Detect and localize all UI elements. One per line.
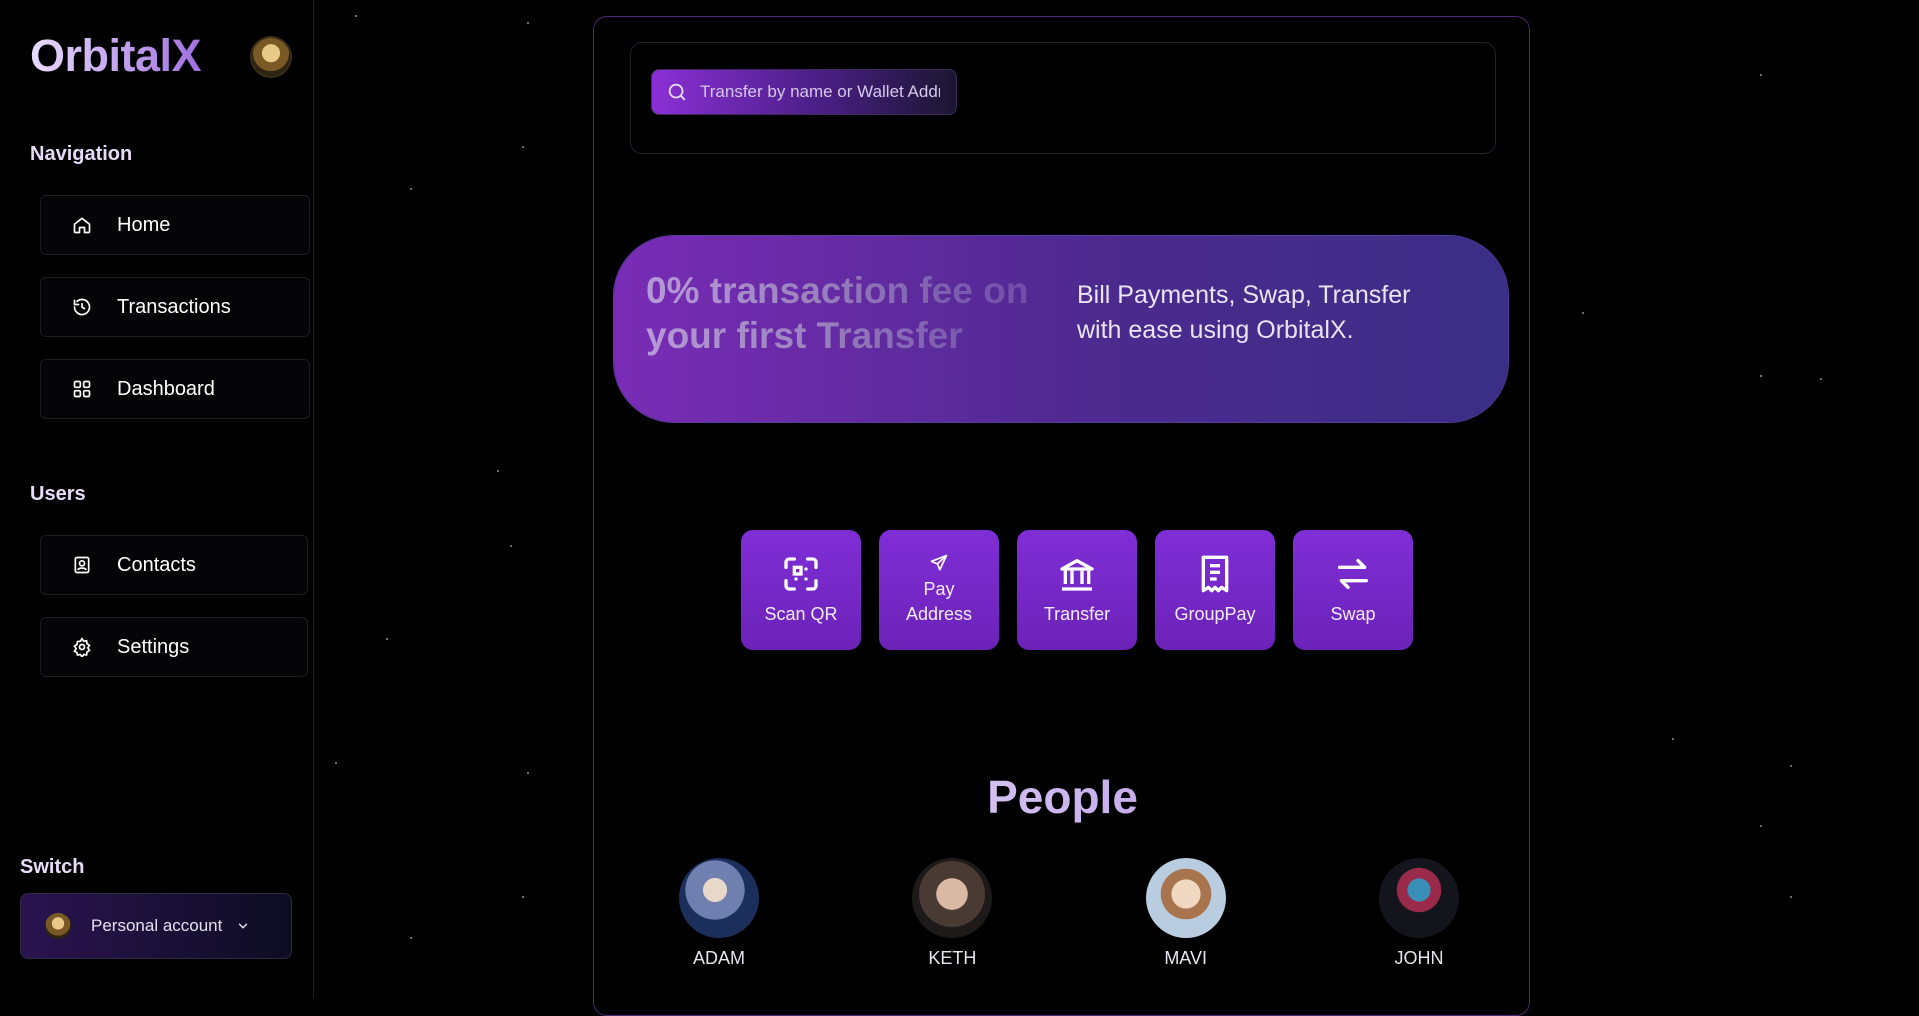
action-label: Swap — [1330, 603, 1376, 624]
avatar — [679, 858, 759, 938]
sidebar-item-contacts[interactable]: Contacts — [40, 535, 308, 595]
search-input[interactable] — [698, 81, 942, 103]
pay-address-button[interactable]: Pay Address — [879, 530, 999, 650]
swap-icon — [1333, 554, 1373, 594]
person-name: JOHN — [1394, 948, 1444, 968]
search-card — [630, 42, 1496, 154]
quick-actions: Scan QR Pay Address Transfer GroupPay Sw… — [741, 530, 1413, 650]
person-adam[interactable]: ADAM — [674, 858, 764, 969]
sidebar-item-label: Contacts — [117, 553, 196, 576]
person-name: KETH — [928, 948, 977, 968]
gear-icon — [71, 636, 93, 658]
main-panel: 0% transaction fee on your first Transfe… — [593, 16, 1530, 1016]
promo-banner: 0% transaction fee on your first Transfe… — [614, 236, 1508, 422]
users-section-title: Users — [30, 483, 86, 505]
account-avatar — [45, 913, 71, 939]
person-name: ADAM — [692, 948, 745, 968]
swap-button[interactable]: Swap — [1293, 530, 1413, 650]
avatar — [1145, 858, 1226, 938]
person-john[interactable]: JOHN — [1374, 858, 1464, 969]
app-logo[interactable]: OrbitalX — [30, 30, 202, 82]
account-label: Personal account — [91, 916, 223, 935]
avatar — [1378, 858, 1459, 938]
sidebar: OrbitalX Navigation Home Transactions Da… — [0, 0, 314, 998]
grouppay-button[interactable]: GroupPay — [1155, 530, 1275, 650]
navigation-section-title: Navigation — [30, 143, 133, 165]
sidebar-item-label: Settings — [117, 635, 190, 658]
contact-icon — [71, 554, 93, 576]
avatar — [912, 858, 993, 938]
bank-icon — [1057, 554, 1097, 594]
action-label: Transfer — [1043, 603, 1111, 624]
person-name: MAVI — [1164, 948, 1207, 968]
scan-qr-icon — [781, 554, 821, 594]
promo-text: 0% transaction fee on your first Transfe… — [646, 268, 1066, 358]
chevron-down-icon — [236, 919, 250, 933]
promo-description: Bill Payments, Swap, Transfer with ease … — [1077, 281, 1411, 344]
home-icon — [71, 214, 93, 236]
receipt-icon — [1195, 554, 1235, 594]
sidebar-item-label: Transactions — [117, 295, 231, 318]
action-label: Scan QR — [764, 603, 838, 624]
action-label: Pay Address — [905, 579, 973, 624]
search-icon — [666, 81, 688, 103]
grid-icon — [71, 378, 93, 400]
people-list: ADAM KETH MAVI JOHN — [674, 858, 1464, 969]
sidebar-item-label: Home — [117, 213, 171, 236]
sidebar-item-home[interactable]: Home — [40, 195, 310, 255]
sidebar-item-dashboard[interactable]: Dashboard — [40, 359, 310, 419]
person-mavi[interactable]: MAVI — [1141, 858, 1231, 969]
action-label: GroupPay — [1174, 603, 1256, 624]
transfer-button[interactable]: Transfer — [1017, 530, 1137, 650]
avatar[interactable] — [252, 38, 290, 76]
account-switcher[interactable]: Personal account — [20, 893, 292, 959]
people-title: People — [594, 770, 1531, 824]
scan-qr-button[interactable]: Scan QR — [741, 530, 861, 650]
search-box[interactable] — [651, 69, 957, 115]
sidebar-item-settings[interactable]: Settings — [40, 617, 308, 677]
person-keth[interactable]: KETH — [907, 858, 997, 969]
switch-section-title: Switch — [20, 856, 85, 878]
history-icon — [71, 296, 93, 318]
sidebar-item-label: Dashboard — [117, 377, 215, 400]
send-icon — [929, 553, 949, 573]
sidebar-item-transactions[interactable]: Transactions — [40, 277, 310, 337]
